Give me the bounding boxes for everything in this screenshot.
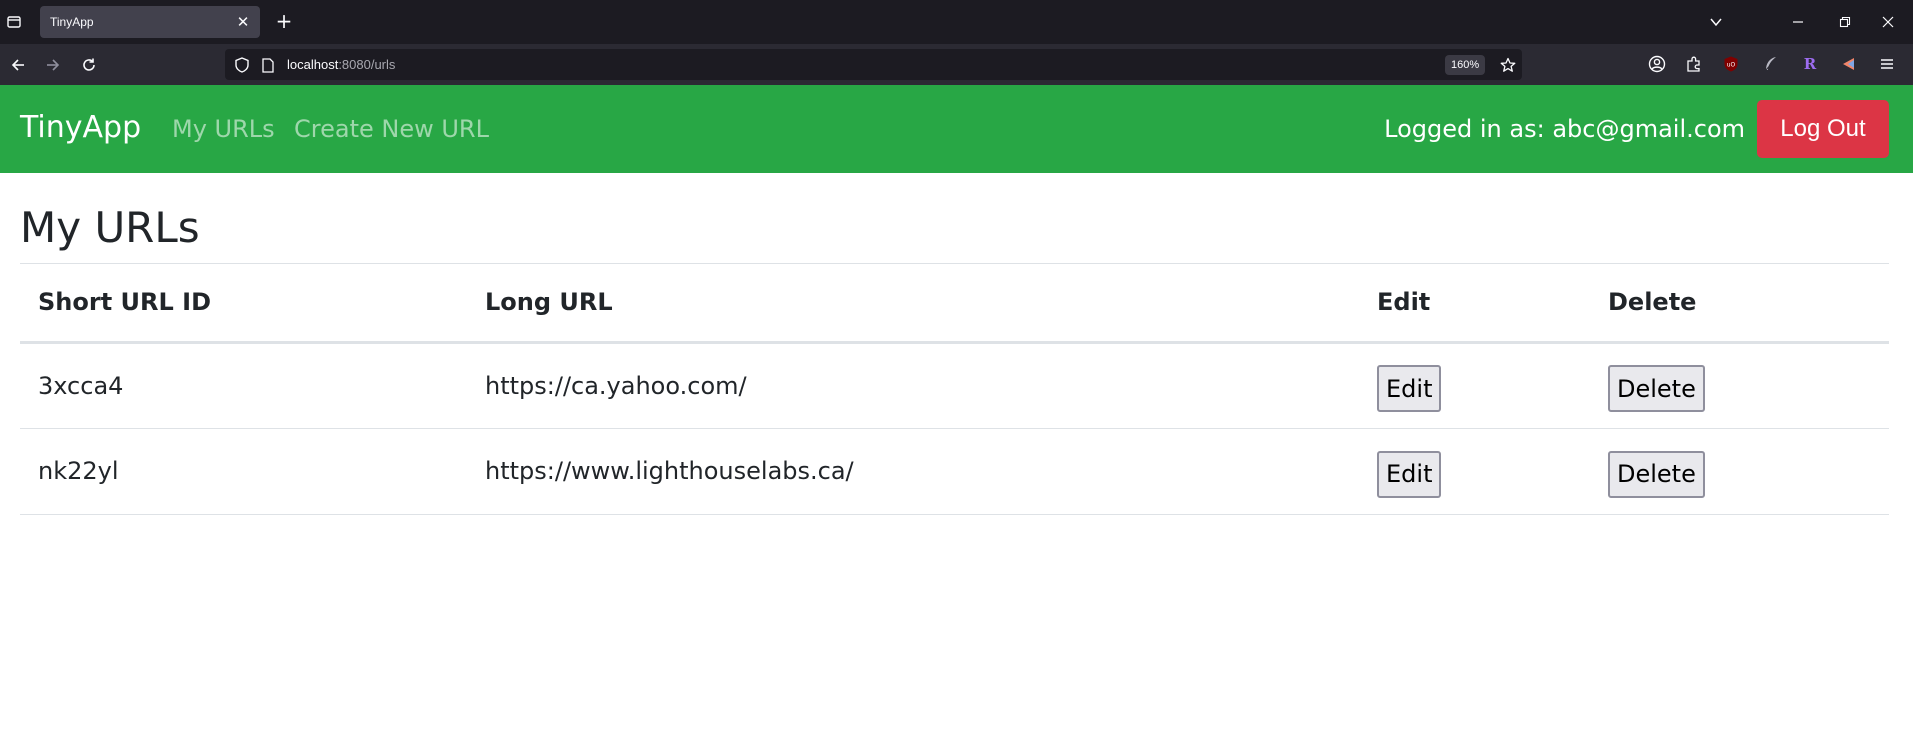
column-header-delete: Delete [1590, 264, 1889, 344]
new-tab-icon[interactable]: + [272, 10, 296, 34]
tab-manager-icon[interactable] [0, 8, 28, 36]
logout-button[interactable]: Log Out [1757, 100, 1889, 158]
column-header-short-url-id: Short URL ID [20, 264, 467, 344]
long-url: https://www.lighthouselabs.ca/ [467, 428, 1359, 515]
zoom-level[interactable]: 160% [1445, 55, 1486, 75]
edit-cell: Edit [1359, 428, 1590, 515]
short-url-id: nk22yl [20, 428, 467, 515]
chevron-down-icon[interactable] [1704, 10, 1728, 34]
urls-table: Short URL ID Long URL Edit Delete 3xcca4… [20, 264, 1889, 515]
edit-button[interactable]: Edit [1377, 450, 1442, 498]
table-row: nk22yl https://www.lighthouselabs.ca/ Ed… [20, 428, 1889, 515]
ublock-icon[interactable]: uO [1720, 53, 1742, 75]
edit-button[interactable]: Edit [1377, 365, 1442, 412]
r-extension-icon[interactable]: R [1799, 53, 1821, 75]
tab-title: TinyApp [50, 15, 94, 29]
url-host: localhost [287, 57, 339, 72]
long-url: https://ca.yahoo.com/ [467, 342, 1359, 429]
short-url-id: 3xcca4 [20, 342, 467, 429]
logged-in-status: Logged in as: abc@gmail.com [1384, 115, 1745, 143]
edit-cell: Edit [1359, 342, 1590, 429]
account-icon[interactable] [1646, 53, 1668, 75]
shield-icon[interactable] [233, 56, 251, 74]
delete-button[interactable]: Delete [1608, 450, 1705, 498]
browser-tab-bar: TinyApp ✕ + [0, 0, 1913, 44]
svg-text:uO: uO [1727, 62, 1736, 69]
bookmark-star-icon[interactable] [1498, 55, 1518, 75]
table-row: 3xcca4 https://ca.yahoo.com/ Edit Delete [20, 342, 1889, 429]
nav-my-urls[interactable]: My URLs [172, 113, 275, 145]
delete-cell: Delete [1590, 428, 1889, 515]
minimize-icon[interactable] [1786, 10, 1810, 34]
close-tab-icon[interactable]: ✕ [234, 13, 252, 31]
extensions-puzzle-icon[interactable] [1683, 53, 1705, 75]
forward-icon[interactable] [41, 53, 65, 77]
menu-icon[interactable] [1876, 53, 1898, 75]
browser-tab[interactable]: TinyApp ✕ [40, 6, 260, 38]
url-path: :8080/urls [338, 57, 396, 72]
close-window-icon[interactable] [1876, 10, 1900, 34]
nav-create-new-url[interactable]: Create New URL [294, 113, 489, 145]
app-navbar: TinyApp My URLs Create New URL Logged in… [0, 85, 1913, 173]
back-icon[interactable] [6, 53, 30, 77]
table-header-row: Short URL ID Long URL Edit Delete [20, 264, 1889, 344]
brand-link[interactable]: TinyApp [20, 109, 141, 147]
url-text[interactable]: localhost:8080/urls [287, 57, 395, 72]
column-header-edit: Edit [1359, 264, 1590, 344]
feather-extension-icon[interactable] [1760, 53, 1782, 75]
reload-icon[interactable] [77, 53, 101, 77]
column-header-long-url: Long URL [467, 264, 1359, 344]
delete-button[interactable]: Delete [1608, 365, 1705, 412]
address-bar[interactable]: localhost:8080/urls 160% [225, 49, 1522, 80]
colorful-extension-icon[interactable] [1838, 53, 1860, 75]
page-title: My URLs [20, 203, 200, 252]
restore-icon[interactable] [1833, 10, 1857, 34]
delete-cell: Delete [1590, 342, 1889, 429]
browser-toolbar: localhost:8080/urls 160% [0, 44, 1913, 85]
page-icon[interactable] [259, 56, 277, 74]
svg-text:R: R [1804, 55, 1817, 73]
